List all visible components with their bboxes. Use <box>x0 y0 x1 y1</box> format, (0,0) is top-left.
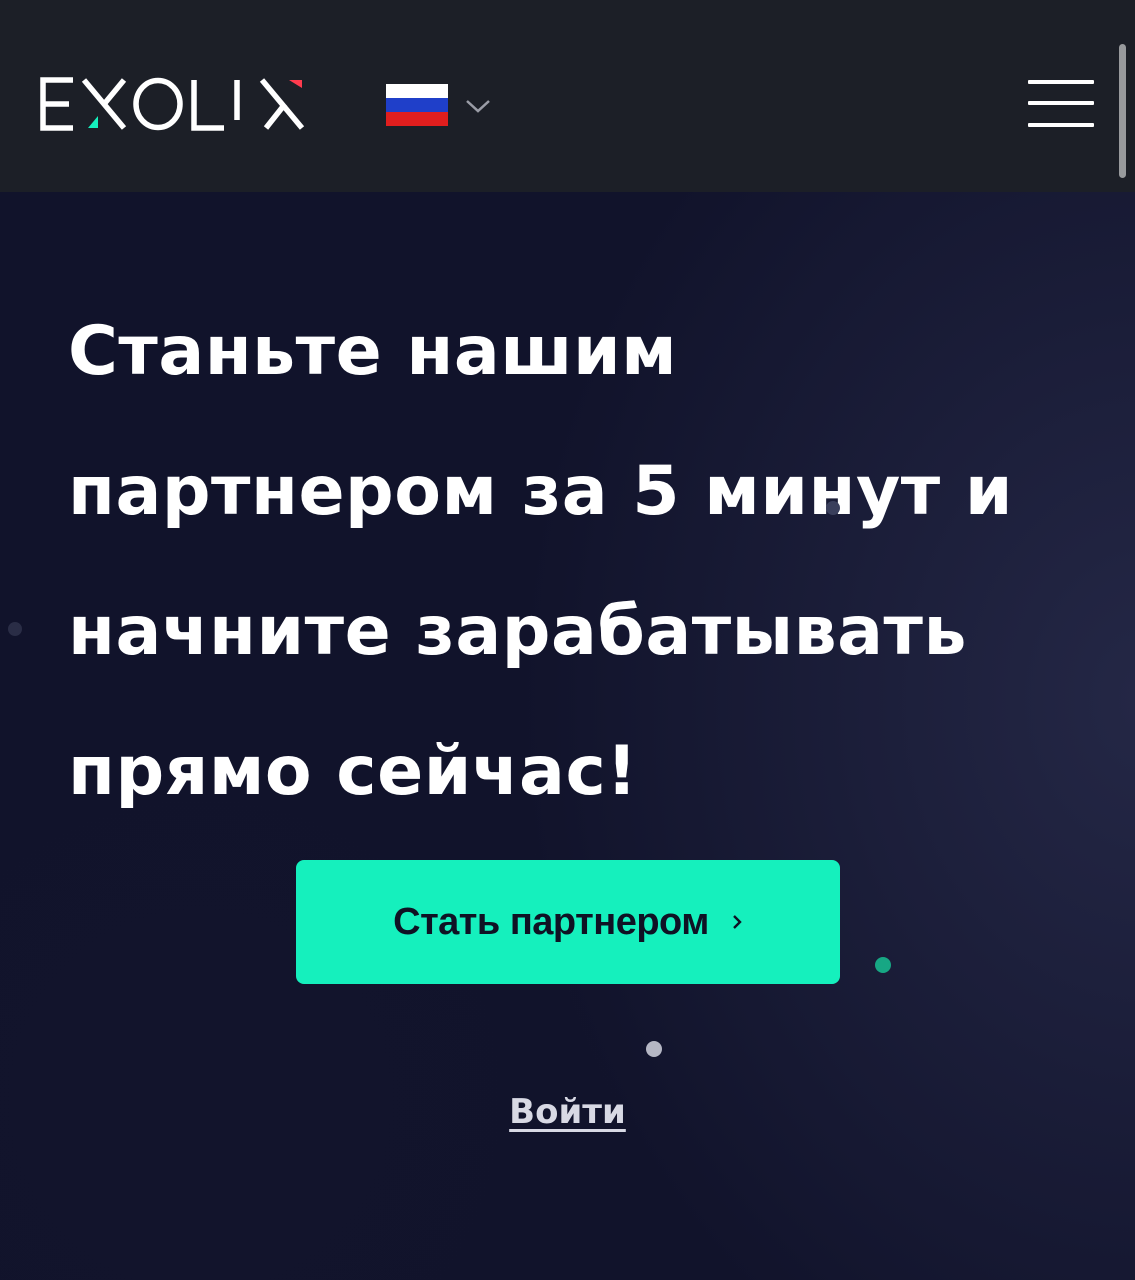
hamburger-line <box>1028 80 1094 84</box>
become-partner-label: Стать партнером <box>393 900 709 943</box>
partner-landing-page: Станьте нашим партнером за 5 минут и нач… <box>0 0 1135 1280</box>
language-selector[interactable] <box>386 84 492 126</box>
hamburger-line <box>1028 123 1094 127</box>
hamburger-icon[interactable] <box>1028 80 1094 130</box>
hero-headline: Станьте нашим партнером за 5 минут и нач… <box>68 312 1014 811</box>
site-header <box>0 0 1135 192</box>
flag-stripe-white <box>386 84 448 98</box>
hamburger-line <box>1028 101 1094 105</box>
decorative-dot <box>875 957 891 973</box>
decorative-dot <box>826 501 840 515</box>
login-link[interactable]: Войти <box>0 1092 1135 1132</box>
exolix-logo[interactable] <box>40 76 306 132</box>
exolix-logo-mark <box>40 77 305 131</box>
flag-stripe-red <box>386 112 448 126</box>
flag-stripe-blue <box>386 98 448 112</box>
decorative-dot <box>646 1041 662 1057</box>
chevron-down-icon <box>466 100 490 113</box>
become-partner-button[interactable]: Стать партнером <box>296 860 840 984</box>
russia-flag-icon <box>386 84 448 126</box>
scrollbar[interactable] <box>1119 44 1126 178</box>
decorative-dot <box>8 622 22 636</box>
chevron-right-icon <box>733 915 742 929</box>
